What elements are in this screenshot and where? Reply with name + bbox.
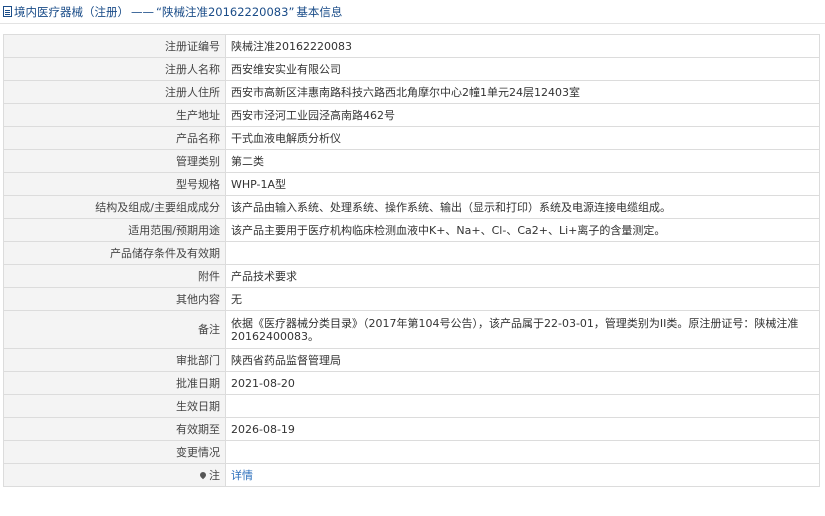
row-value: WHP-1A型	[225, 172, 820, 196]
row-value: 该产品主要用于医疗机构临床检测血液中K+、Na+、Cl-、Ca2+、Li+离子的…	[225, 218, 820, 242]
table-row: 生产地址 西安市泾河工业园泾高南路462号	[3, 103, 820, 127]
row-value: 2021-08-20	[225, 371, 820, 395]
row-label: 批准日期	[3, 371, 226, 395]
registration-info-table: 注册证编号 陕械注准20162220083 注册人名称 西安维安实业有限公司 注…	[3, 34, 820, 487]
row-label: 管理类别	[3, 149, 226, 173]
title-dash: ——	[131, 4, 154, 19]
row-value: 西安市高新区沣惠南路科技六路西北角摩尔中心2幢1单元24层12403室	[225, 80, 820, 104]
row-label: 审批部门	[3, 348, 226, 372]
table-row: 其他内容 无	[3, 287, 820, 311]
details-link[interactable]: 详情	[231, 469, 253, 482]
table-row: 型号规格 WHP-1A型	[3, 172, 820, 196]
table-row: 变更情况	[3, 440, 820, 464]
table-row: 附件 产品技术要求	[3, 264, 820, 288]
note-value-cell: 详情	[225, 463, 820, 487]
row-value: 产品技术要求	[225, 264, 820, 288]
table-row: 备注 依据《医疗器械分类目录》（2017年第104号公告），该产品属于22-03…	[3, 310, 820, 349]
row-value: 陕西省药品监督管理局	[225, 348, 820, 372]
row-label: 型号规格	[3, 172, 226, 196]
row-value	[225, 241, 820, 265]
row-value: 依据《医疗器械分类目录》（2017年第104号公告），该产品属于22-03-01…	[225, 310, 820, 349]
row-label: 变更情况	[3, 440, 226, 464]
table-row: 注册人名称 西安维安实业有限公司	[3, 57, 820, 81]
table-row: 产品储存条件及有效期	[3, 241, 820, 265]
pin-icon	[198, 470, 208, 479]
page-title-bar: 境内医疗器械（注册） —— “陕械注准20162220083” 基本信息	[0, 0, 825, 24]
table-row: 注册人住所 西安市高新区沣惠南路科技六路西北角摩尔中心2幢1单元24层12403…	[3, 80, 820, 104]
note-label-cell: 注	[3, 463, 226, 487]
row-value: 西安维安实业有限公司	[225, 57, 820, 81]
row-label: 生效日期	[3, 394, 226, 418]
row-value: 干式血液电解质分析仪	[225, 126, 820, 150]
row-label: 注册人住所	[3, 80, 226, 104]
table-row: 产品名称 干式血液电解质分析仪	[3, 126, 820, 150]
table-row: 结构及组成/主要组成成分 该产品由输入系统、处理系统、操作系统、输出（显示和打印…	[3, 195, 820, 219]
row-label: 适用范围/预期用途	[3, 218, 226, 242]
table-row: 审批部门 陕西省药品监督管理局	[3, 348, 820, 372]
row-value: 该产品由输入系统、处理系统、操作系统、输出（显示和打印）系统及电源连接电缆组成。	[225, 195, 820, 219]
table-row: 管理类别 第二类	[3, 149, 820, 173]
row-label: 生产地址	[3, 103, 226, 127]
row-value: 第二类	[225, 149, 820, 173]
table-row: 有效期至 2026-08-19	[3, 417, 820, 441]
note-label: 注	[209, 468, 220, 482]
row-value: 西安市泾河工业园泾高南路462号	[225, 103, 820, 127]
row-value: 无	[225, 287, 820, 311]
row-label: 注册证编号	[3, 34, 226, 58]
document-icon	[3, 6, 12, 17]
row-value	[225, 394, 820, 418]
row-label: 产品储存条件及有效期	[3, 241, 226, 265]
row-label: 其他内容	[3, 287, 226, 311]
title-section: 基本信息	[296, 4, 343, 19]
table-row: 注册证编号 陕械注准20162220083	[3, 34, 820, 58]
row-value: 陕械注准20162220083	[225, 34, 820, 58]
title-registration-number: “陕械注准20162220083”	[156, 4, 295, 19]
table-row: 生效日期	[3, 394, 820, 418]
row-label: 附件	[3, 264, 226, 288]
row-label: 注册人名称	[3, 57, 226, 81]
title-category: 境内医疗器械（注册）	[14, 4, 129, 19]
row-value: 2026-08-19	[225, 417, 820, 441]
row-label: 产品名称	[3, 126, 226, 150]
row-label: 结构及组成/主要组成成分	[3, 195, 226, 219]
table-row: 适用范围/预期用途 该产品主要用于医疗机构临床检测血液中K+、Na+、Cl-、C…	[3, 218, 820, 242]
row-label: 备注	[3, 310, 226, 349]
table-row: 注 详情	[3, 463, 820, 487]
row-label: 有效期至	[3, 417, 226, 441]
table-row: 批准日期 2021-08-20	[3, 371, 820, 395]
row-value	[225, 440, 820, 464]
